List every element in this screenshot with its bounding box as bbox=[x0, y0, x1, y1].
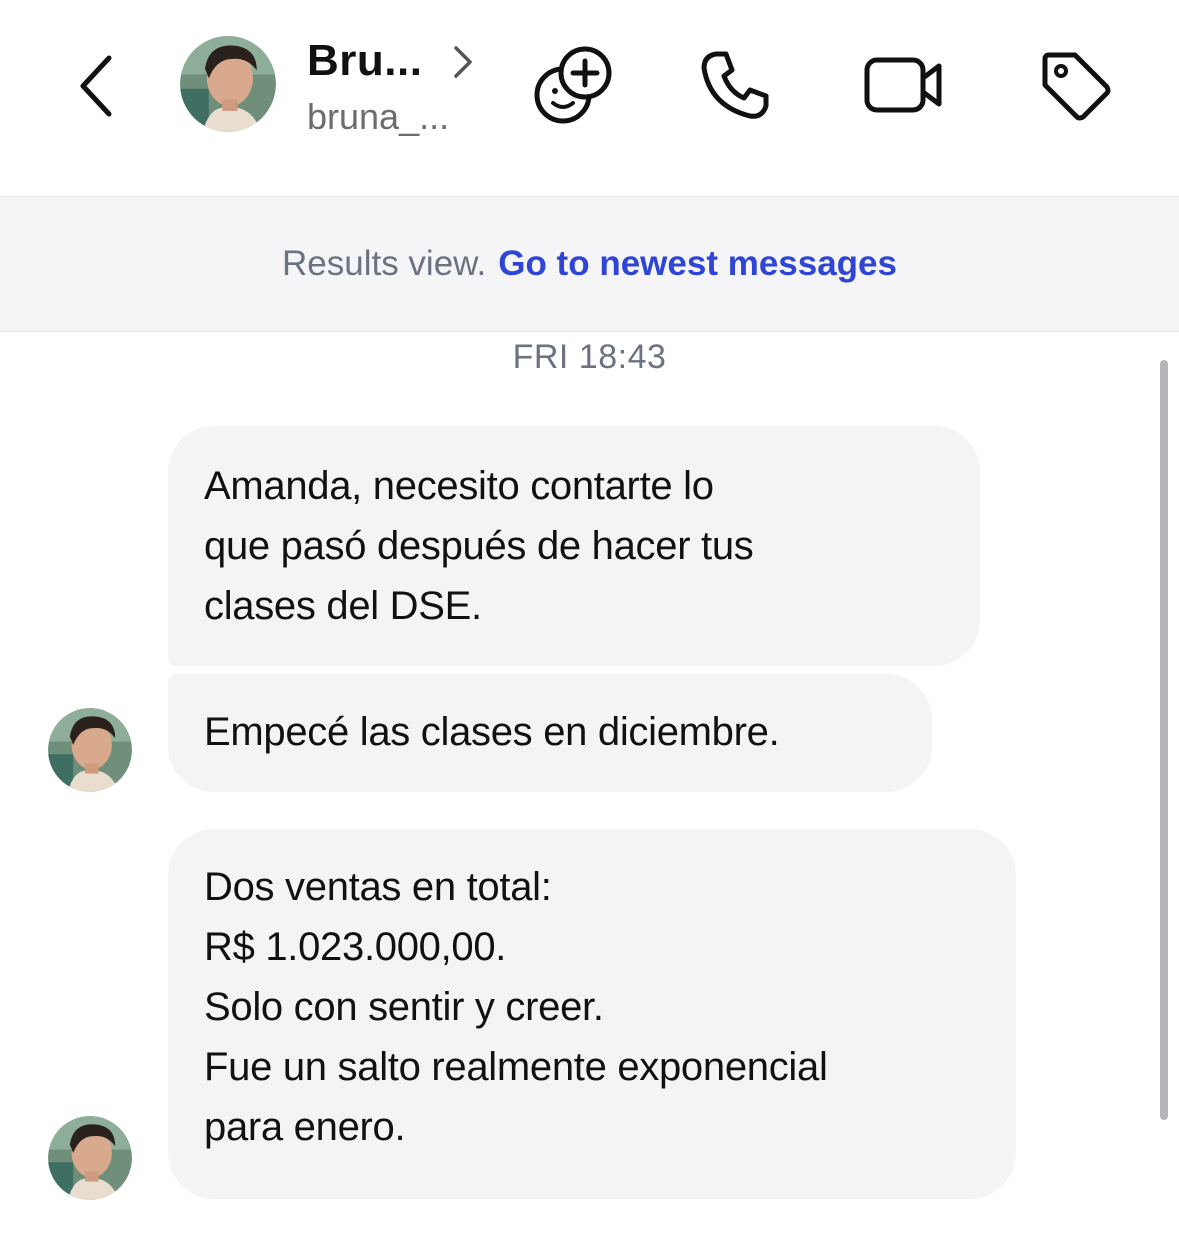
contact-username: bruna_... bbox=[307, 96, 450, 137]
contact-name[interactable]: Bru... bbox=[307, 36, 422, 86]
chevron-right-icon[interactable] bbox=[450, 42, 476, 82]
add-emoji-button[interactable] bbox=[528, 40, 618, 130]
tag-icon bbox=[1042, 52, 1111, 121]
avatar[interactable] bbox=[180, 36, 276, 132]
message-bubble[interactable]: Dos ventas en total: R$ 1.023.000,00. So… bbox=[168, 829, 1016, 1199]
phone-icon bbox=[701, 51, 769, 119]
smile-plus-icon bbox=[534, 46, 612, 124]
message-bubble[interactable]: Empecé las clases en diciembre. bbox=[168, 674, 932, 792]
results-view-label: Results view. bbox=[281, 244, 487, 283]
message-line: Dos ventas en total: bbox=[204, 865, 552, 909]
message-line: clases del DSE. bbox=[204, 584, 482, 628]
scrollbar[interactable] bbox=[1160, 360, 1168, 1120]
message-line: que pasó después de hacer tus bbox=[204, 524, 754, 568]
avatar-photo bbox=[48, 1116, 132, 1200]
avatar-photo bbox=[180, 36, 276, 132]
video-camera-icon bbox=[864, 57, 942, 113]
video-call-button[interactable] bbox=[858, 40, 948, 130]
go-to-newest-link[interactable]: Go to newest messages bbox=[498, 244, 897, 284]
label-button[interactable] bbox=[1030, 40, 1120, 130]
conversation-header: Bru... bruna_... bbox=[0, 0, 1179, 196]
message-line: Amanda, necesito contarte lo bbox=[204, 464, 714, 508]
sender-avatar[interactable] bbox=[48, 1116, 132, 1200]
message-line: Empecé las clases en diciembre. bbox=[204, 710, 780, 754]
message-line: Solo con sentir y creer. bbox=[204, 985, 604, 1029]
message-timestamp: FRI 18:43 bbox=[512, 338, 667, 376]
chevron-left-icon bbox=[80, 55, 112, 117]
voice-call-button[interactable] bbox=[690, 40, 780, 130]
avatar-photo bbox=[48, 708, 132, 792]
results-view-banner: Results view. Go to newest messages bbox=[0, 196, 1179, 332]
message-line: para enero. bbox=[204, 1105, 406, 1149]
sender-avatar[interactable] bbox=[48, 708, 132, 792]
message-line: Fue un salto realmente exponencial bbox=[204, 1045, 828, 1089]
message-bubble[interactable]: Amanda, necesito contarte lo que pasó de… bbox=[168, 426, 980, 666]
message-line: R$ 1.023.000,00. bbox=[204, 925, 507, 969]
back-button[interactable] bbox=[62, 46, 132, 126]
